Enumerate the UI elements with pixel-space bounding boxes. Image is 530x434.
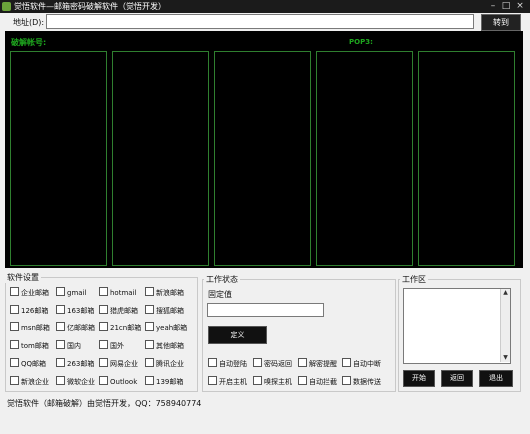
fixed-value-input[interactable] [207, 303, 324, 317]
checkbox[interactable] [253, 358, 262, 367]
option-sina-enterprise[interactable]: 新浪企业 [10, 376, 49, 387]
checkbox[interactable] [99, 358, 108, 367]
checkbox[interactable] [56, 287, 65, 296]
checkbox[interactable] [56, 340, 65, 349]
goto-button[interactable]: 转到 [481, 14, 521, 31]
option-tom-mail[interactable]: tom邮箱 [10, 340, 49, 351]
checkbox[interactable] [56, 305, 65, 314]
option-open-host[interactable]: 开启主机 [208, 376, 247, 387]
option-domestic[interactable]: 国内 [56, 340, 81, 351]
option-yeah-mail[interactable]: yeah邮箱 [145, 322, 187, 333]
option-enterprise-mail[interactable]: 企业邮箱 [10, 287, 49, 298]
option-263-mail[interactable]: 263邮箱 [56, 358, 94, 369]
option-auto-intercept[interactable]: 自动拦截 [298, 376, 337, 387]
start-button[interactable]: 开始 [403, 370, 435, 387]
option-gmail[interactable]: gmail [56, 287, 86, 297]
checkbox[interactable] [145, 358, 154, 367]
output-panel-3 [214, 51, 311, 266]
checkbox[interactable] [10, 358, 19, 367]
address-input[interactable] [46, 14, 474, 29]
option-outlook[interactable]: Outlook [99, 376, 137, 386]
checkbox[interactable] [10, 340, 19, 349]
close-button[interactable]: × [514, 1, 526, 11]
checkbox[interactable] [99, 322, 108, 331]
define-button[interactable]: 定义 [208, 326, 267, 344]
back-button[interactable]: 返回 [441, 370, 473, 387]
option-hotmail[interactable]: hotmail [99, 287, 136, 297]
option-sniff-host[interactable]: 嗅探主机 [253, 376, 292, 387]
option-tencent-enterprise[interactable]: 腾讯企业 [145, 358, 184, 369]
output-panel-1 [10, 51, 107, 266]
option-126-mail[interactable]: 126邮箱 [10, 305, 48, 316]
checkbox[interactable] [10, 376, 19, 385]
output-panel-5 [418, 51, 515, 266]
address-label: 地址(D): [13, 18, 45, 27]
checkbox[interactable] [99, 340, 108, 349]
status-bar-text: 觉悟软件（邮箱破解）由觉悟开发，QQ：758940774 [7, 399, 202, 408]
checkbox[interactable] [56, 376, 65, 385]
option-password-return[interactable]: 密码返回 [253, 358, 292, 369]
option-auto-interrupt[interactable]: 自动中断 [342, 358, 381, 369]
checkbox[interactable] [298, 358, 307, 367]
checkbox[interactable] [342, 358, 351, 367]
option-msn-mail[interactable]: msn邮箱 [10, 322, 50, 333]
cracked-account-label: 破解帐号: [11, 38, 47, 47]
checkbox[interactable] [56, 358, 65, 367]
option-eyou-mail[interactable]: 亿邮邮箱 [56, 322, 95, 333]
checkbox[interactable] [145, 305, 154, 314]
checkbox[interactable] [99, 305, 108, 314]
checkbox[interactable] [56, 322, 65, 331]
checkbox[interactable] [145, 340, 154, 349]
checkbox[interactable] [298, 376, 307, 385]
checkbox[interactable] [99, 287, 108, 296]
option-sina-mail[interactable]: 新浪邮箱 [145, 287, 184, 298]
window-title: 觉悟软件—邮箱密码破解软件（觉悟开发） [14, 2, 166, 11]
checkbox[interactable] [253, 376, 262, 385]
option-liehu-mail[interactable]: 猎虎邮箱 [99, 305, 138, 316]
output-panel-4 [316, 51, 413, 266]
option-data-transfer[interactable]: 数据传送 [342, 376, 381, 387]
option-microsoft-enterprise[interactable]: 微软企业 [56, 376, 95, 387]
work-area-title: 工作区 [400, 274, 428, 285]
exit-button[interactable]: 退出 [479, 370, 513, 387]
checkbox[interactable] [145, 322, 154, 331]
scroll-down-arrow-icon[interactable]: ▼ [501, 354, 510, 362]
checkbox[interactable] [10, 287, 19, 296]
checkbox[interactable] [10, 305, 19, 314]
option-netease-enterprise[interactable]: 网易企业 [99, 358, 138, 369]
checkbox[interactable] [10, 322, 19, 331]
scroll-up-arrow-icon[interactable]: ▲ [501, 289, 510, 297]
checkbox[interactable] [342, 376, 351, 385]
option-foreign[interactable]: 国外 [99, 340, 124, 351]
work-status-title: 工作状态 [204, 274, 240, 285]
checkbox[interactable] [208, 376, 217, 385]
fixed-value-label: 固定值 [208, 290, 232, 299]
option-139-mail[interactable]: 139邮箱 [145, 376, 183, 387]
checkbox[interactable] [208, 358, 217, 367]
main-window: 觉悟软件—邮箱密码破解软件（觉悟开发） – □ × 地址(D): 转到 破解帐号… [0, 0, 530, 434]
checkbox[interactable] [145, 287, 154, 296]
title-bar: 觉悟软件—邮箱密码破解软件（觉悟开发） – □ × [0, 0, 530, 13]
work-log-textarea[interactable] [403, 288, 511, 364]
maximize-button[interactable]: □ [500, 1, 512, 11]
option-auto-login[interactable]: 自动登陆 [208, 358, 247, 369]
minimize-button[interactable]: – [487, 1, 499, 11]
option-decrypt-reminder[interactable]: 解密提醒 [298, 358, 337, 369]
pop3-label: POP3: [349, 38, 373, 46]
option-qq-mail[interactable]: QQ邮箱 [10, 358, 46, 369]
checkbox[interactable] [145, 376, 154, 385]
option-21cn-mail[interactable]: 21cn邮箱 [99, 322, 141, 333]
software-settings-title: 软件设置 [5, 272, 41, 283]
checkbox[interactable] [99, 376, 108, 385]
option-163-mail[interactable]: 163邮箱 [56, 305, 94, 316]
app-icon [2, 2, 11, 11]
log-scrollbar[interactable]: ▲ ▼ [500, 289, 510, 362]
output-panel-2 [112, 51, 209, 266]
option-other-mail[interactable]: 其他邮箱 [145, 340, 184, 351]
option-sohu-mail[interactable]: 搜狐邮箱 [145, 305, 184, 316]
